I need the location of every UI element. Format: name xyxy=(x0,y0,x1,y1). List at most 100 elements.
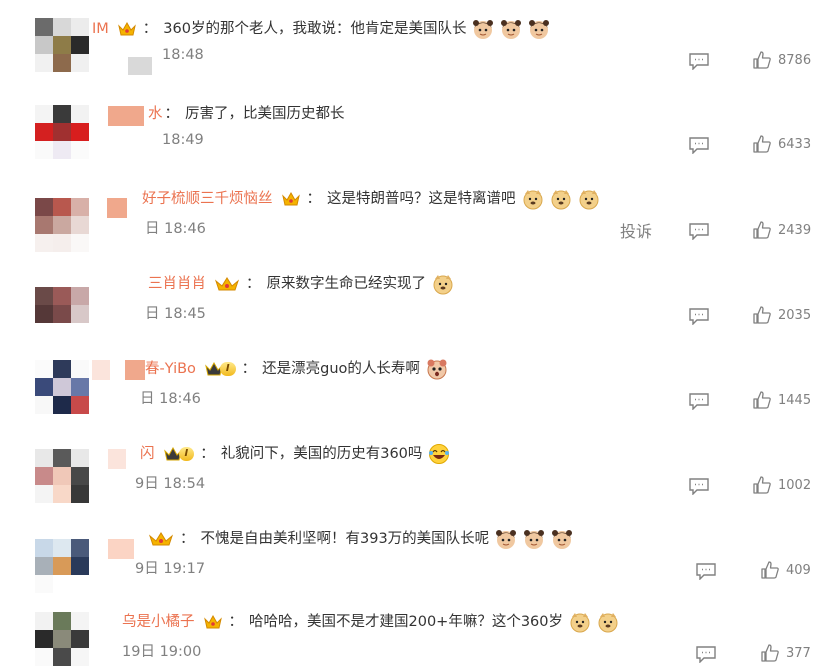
comment-reply-icon[interactable] xyxy=(688,477,710,496)
comment-text: 礼貌问下，美国的历史有360吗 xyxy=(220,446,423,462)
name-mask xyxy=(107,198,127,218)
timestamp: 19日 19:00 xyxy=(122,644,202,660)
crown-badge-icon xyxy=(214,275,240,293)
comment-line: ： 不愧是自由美利坚啊！有393万的美国队长呢 xyxy=(140,528,573,550)
comment-reply-icon[interactable] xyxy=(688,52,710,71)
timestamp: 日 18:45 xyxy=(145,306,206,322)
timestamp: 9日 19:17 xyxy=(135,561,206,577)
username[interactable]: 春-YiBo xyxy=(145,358,196,380)
comment-text: 哈哈哈，美国不是才建国200+年嘛？这个360岁 xyxy=(249,614,563,630)
captain-face-icon xyxy=(495,528,517,550)
comment-text: 原来数字生命已经实现了 xyxy=(266,276,427,292)
comment-item: 春-YiBo I ： 还是漂亮guo的人长寿啊 日 18:46 1445 xyxy=(0,340,817,425)
emoji-group xyxy=(495,528,573,550)
comment-text: 厉害了，比美国历史都长 xyxy=(185,106,345,122)
captain-face-icon xyxy=(500,18,522,40)
vip-badge: I xyxy=(204,360,236,378)
name-mask xyxy=(125,360,145,380)
username[interactable]: 闪 xyxy=(140,443,155,465)
captain-face-icon xyxy=(523,528,545,550)
doge-face-icon xyxy=(432,273,454,295)
doge-face-icon xyxy=(578,188,600,210)
name-mask xyxy=(128,57,152,75)
comment-text: 360岁的那个老人，我敢说：他肯定是美国队长 xyxy=(163,21,467,37)
username[interactable]: 乌是小橘子 xyxy=(122,611,195,633)
comment-text: 这是特朗普吗？这是特离谱吧 xyxy=(327,191,516,207)
thumbs-up-icon xyxy=(753,221,771,239)
thumbs-up-icon xyxy=(761,561,779,579)
avatar[interactable] xyxy=(35,360,89,414)
emoji-group xyxy=(472,18,550,40)
username[interactable]: 水 xyxy=(148,103,163,125)
comment-line: IM ： 360岁的那个老人，我敢说：他肯定是美国队长 xyxy=(92,18,550,40)
username[interactable]: 三肖肖肖 xyxy=(148,273,206,295)
comment-item: 三肖肖肖 ： 原来数字生命已经实现了 日 18:45 2035 xyxy=(0,255,817,341)
emoji-group xyxy=(569,611,619,633)
comment-reply-icon[interactable] xyxy=(688,222,710,241)
comment-item: 水 ： 厉害了，比美国历史都长 18:49 6433 xyxy=(0,85,817,170)
like-count: 409 xyxy=(786,562,811,578)
name-mask xyxy=(108,106,144,126)
comment-text: 还是漂亮guo的人长寿啊 xyxy=(262,361,420,377)
comment-reply-icon[interactable] xyxy=(695,645,717,664)
thumbs-up-icon xyxy=(753,391,771,409)
vip-badge: I xyxy=(163,445,195,463)
like-count: 6433 xyxy=(778,136,812,152)
crown-badge-icon xyxy=(148,530,174,548)
name-mask xyxy=(108,449,126,469)
comment-reply-icon[interactable] xyxy=(688,307,710,326)
report-button[interactable]: 投诉 xyxy=(620,218,652,242)
like-button[interactable]: 6433 xyxy=(752,134,811,154)
comment-item: 闪 I ： 礼貌问下，美国的历史有360吗 9日 18:54 1002 xyxy=(0,425,817,510)
comment-line: 乌是小橘子 ： 哈哈哈，美国不是才建国200+年嘛？这个360岁 xyxy=(122,611,619,633)
like-button[interactable]: 1002 xyxy=(752,475,811,495)
avatar[interactable] xyxy=(35,105,89,159)
thumbs-up-icon xyxy=(753,306,771,324)
timestamp: 18:48 xyxy=(162,47,204,63)
avatar[interactable] xyxy=(35,449,89,503)
like-count: 377 xyxy=(786,645,811,661)
comment-reply-icon[interactable] xyxy=(688,392,710,411)
username[interactable]: IM xyxy=(92,18,109,40)
emoji-group xyxy=(428,443,450,465)
doge-face-icon xyxy=(569,611,591,633)
like-count: 8786 xyxy=(778,52,812,68)
comment-item: 好子梳顺三千烦恼丝 ： 这是特朗普吗？这是特离谱吧 日 18:46 2439 xyxy=(0,170,817,255)
emoji-group xyxy=(426,358,448,380)
avatar[interactable] xyxy=(35,539,89,593)
comment-line: 三肖肖肖 ： 原来数字生命已经实现了 xyxy=(148,273,454,295)
comment-line: 水 ： 厉害了，比美国历史都长 xyxy=(148,103,345,125)
comment-reply-icon[interactable] xyxy=(695,562,717,581)
avatar[interactable] xyxy=(35,287,89,341)
name-mask xyxy=(108,539,134,559)
comment-feed: IM ： 360岁的那个老人，我敢说：他肯定是美国队长 18:48 8786 水… xyxy=(0,0,817,667)
emoji-group xyxy=(522,188,600,210)
name-mask xyxy=(92,360,110,380)
avatar[interactable] xyxy=(35,198,89,252)
crown-badge-icon xyxy=(281,190,301,208)
timestamp: 日 18:46 xyxy=(145,221,206,237)
comment-item: ： 不愧是自由美利坚啊！有393万的美国队长呢 9日 19:17 409 xyxy=(0,510,817,595)
comment-item: 乌是小橘子 ： 哈哈哈，美国不是才建国200+年嘛？这个360岁 19日 19:… xyxy=(0,595,817,667)
comment-reply-icon[interactable] xyxy=(688,136,710,155)
username[interactable]: 好子梳顺三千烦恼丝 xyxy=(142,188,273,210)
like-button[interactable]: 377 xyxy=(760,643,811,663)
timestamp: 9日 18:54 xyxy=(135,476,206,492)
like-count: 2439 xyxy=(778,222,812,238)
doge-face-icon xyxy=(597,611,619,633)
avatar[interactable] xyxy=(35,18,89,72)
comment-text: 不愧是自由美利坚啊！有393万的美国队长呢 xyxy=(200,531,490,547)
like-button[interactable]: 2439 xyxy=(752,220,811,240)
like-button[interactable]: 1445 xyxy=(752,390,811,410)
like-count: 2035 xyxy=(778,307,812,323)
like-button[interactable]: 8786 xyxy=(752,50,811,70)
avatar[interactable] xyxy=(35,612,89,666)
comment-line: 好子梳顺三千烦恼丝 ： 这是特朗普吗？这是特离谱吧 xyxy=(142,188,600,210)
like-count: 1445 xyxy=(778,392,812,408)
comment-line: 春-YiBo I ： 还是漂亮guo的人长寿啊 xyxy=(145,358,448,380)
timestamp: 日 18:46 xyxy=(140,391,201,407)
like-button[interactable]: 2035 xyxy=(752,305,811,325)
like-button[interactable]: 409 xyxy=(760,560,811,580)
emoji-group xyxy=(432,273,454,295)
shocked-face-icon xyxy=(426,358,448,380)
